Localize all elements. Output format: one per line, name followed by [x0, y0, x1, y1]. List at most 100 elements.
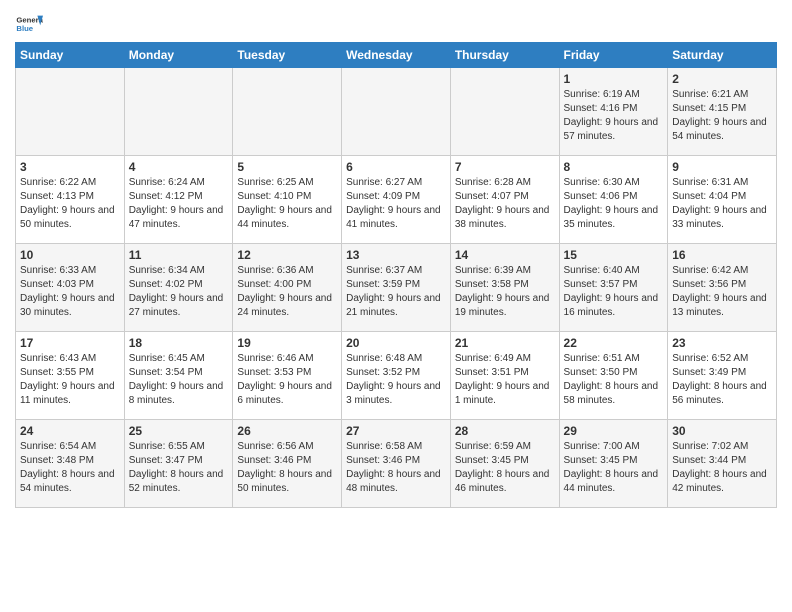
day-number: 18	[129, 336, 229, 350]
day-info: Sunrise: 7:00 AM Sunset: 3:45 PM Dayligh…	[564, 440, 664, 496]
header-cell-thursday: Thursday	[450, 43, 559, 68]
header-cell-friday: Friday	[559, 43, 668, 68]
day-info: Sunrise: 6:56 AM Sunset: 3:46 PM Dayligh…	[237, 440, 337, 496]
day-number: 10	[20, 248, 120, 262]
day-info: Sunrise: 6:55 AM Sunset: 3:47 PM Dayligh…	[129, 440, 229, 496]
day-cell: 6 Sunrise: 6:27 AM Sunset: 4:09 PM Daylig…	[342, 156, 451, 244]
header-cell-sunday: Sunday	[16, 43, 125, 68]
day-info: Sunrise: 6:37 AM Sunset: 3:59 PM Dayligh…	[346, 264, 446, 320]
day-number: 27	[346, 424, 446, 438]
calendar-table: SundayMondayTuesdayWednesdayThursdayFrid…	[15, 42, 777, 508]
day-cell: 18 Sunrise: 6:45 AM Sunset: 3:54 PM Dayli…	[124, 332, 233, 420]
logo-icon: General Blue	[15, 10, 43, 38]
week-row-4: 17 Sunrise: 6:43 AM Sunset: 3:55 PM Dayli…	[16, 332, 777, 420]
day-cell	[124, 68, 233, 156]
day-number: 16	[672, 248, 772, 262]
day-info: Sunrise: 6:24 AM Sunset: 4:12 PM Dayligh…	[129, 176, 229, 232]
day-number: 23	[672, 336, 772, 350]
day-cell: 28Sunrise: 6:59 AM Sunset: 3:45 PM Dayli…	[450, 420, 559, 508]
day-cell: 26 Sunrise: 6:56 AM Sunset: 3:46 PM Dayli…	[233, 420, 342, 508]
week-row-1: 1 Sunrise: 6:19 AM Sunset: 4:16 PM Daylig…	[16, 68, 777, 156]
day-info: Sunrise: 6:19 AM Sunset: 4:16 PM Dayligh…	[564, 88, 664, 144]
week-row-5: 24 Sunrise: 6:54 AM Sunset: 3:48 PM Dayli…	[16, 420, 777, 508]
day-cell: 15 Sunrise: 6:40 AM Sunset: 3:57 PM Dayli…	[559, 244, 668, 332]
day-info: Sunrise: 6:31 AM Sunset: 4:04 PM Dayligh…	[672, 176, 772, 232]
day-info: Sunrise: 6:34 AM Sunset: 4:02 PM Dayligh…	[129, 264, 229, 320]
day-info: Sunrise: 6:33 AM Sunset: 4:03 PM Dayligh…	[20, 264, 120, 320]
day-info: Sunrise: 6:43 AM Sunset: 3:55 PM Dayligh…	[20, 352, 120, 408]
day-cell: 13 Sunrise: 6:37 AM Sunset: 3:59 PM Dayli…	[342, 244, 451, 332]
day-cell: 30 Sunrise: 7:02 AM Sunset: 3:44 PM Dayli…	[668, 420, 777, 508]
day-number: 4	[129, 160, 229, 174]
day-info: Sunrise: 6:30 AM Sunset: 4:06 PM Dayligh…	[564, 176, 664, 232]
day-cell: 2 Sunrise: 6:21 AM Sunset: 4:15 PM Daylig…	[668, 68, 777, 156]
day-number: 8	[564, 160, 664, 174]
day-info: Sunrise: 6:51 AM Sunset: 3:50 PM Dayligh…	[564, 352, 664, 408]
header-cell-wednesday: Wednesday	[342, 43, 451, 68]
day-cell: 8 Sunrise: 6:30 AM Sunset: 4:06 PM Daylig…	[559, 156, 668, 244]
day-info: Sunrise: 6:45 AM Sunset: 3:54 PM Dayligh…	[129, 352, 229, 408]
day-info: Sunrise: 6:59 AM Sunset: 3:45 PM Dayligh…	[455, 440, 555, 496]
day-number: 17	[20, 336, 120, 350]
day-number: 21	[455, 336, 555, 350]
day-cell: 3 Sunrise: 6:22 AM Sunset: 4:13 PM Daylig…	[16, 156, 125, 244]
day-info: Sunrise: 6:36 AM Sunset: 4:00 PM Dayligh…	[237, 264, 337, 320]
week-row-3: 10 Sunrise: 6:33 AM Sunset: 4:03 PM Dayli…	[16, 244, 777, 332]
day-info: Sunrise: 6:54 AM Sunset: 3:48 PM Dayligh…	[20, 440, 120, 496]
day-cell: 10 Sunrise: 6:33 AM Sunset: 4:03 PM Dayli…	[16, 244, 125, 332]
day-cell: 21 Sunrise: 6:49 AM Sunset: 3:51 PM Dayli…	[450, 332, 559, 420]
day-cell: 4 Sunrise: 6:24 AM Sunset: 4:12 PM Daylig…	[124, 156, 233, 244]
day-number: 5	[237, 160, 337, 174]
day-cell: 23 Sunrise: 6:52 AM Sunset: 3:49 PM Dayli…	[668, 332, 777, 420]
header-cell-saturday: Saturday	[668, 43, 777, 68]
day-number: 6	[346, 160, 446, 174]
day-number: 25	[129, 424, 229, 438]
day-cell: 9 Sunrise: 6:31 AM Sunset: 4:04 PM Daylig…	[668, 156, 777, 244]
day-info: Sunrise: 6:39 AM Sunset: 3:58 PM Dayligh…	[455, 264, 555, 320]
day-info: Sunrise: 6:52 AM Sunset: 3:49 PM Dayligh…	[672, 352, 772, 408]
day-number: 24	[20, 424, 120, 438]
calendar-header: SundayMondayTuesdayWednesdayThursdayFrid…	[16, 43, 777, 68]
calendar-body: 1 Sunrise: 6:19 AM Sunset: 4:16 PM Daylig…	[16, 68, 777, 508]
day-info: Sunrise: 6:58 AM Sunset: 3:46 PM Dayligh…	[346, 440, 446, 496]
header-cell-tuesday: Tuesday	[233, 43, 342, 68]
day-cell: 7Sunrise: 6:28 AM Sunset: 4:07 PM Daylig…	[450, 156, 559, 244]
day-info: Sunrise: 7:02 AM Sunset: 3:44 PM Dayligh…	[672, 440, 772, 496]
day-number: 9	[672, 160, 772, 174]
day-cell	[16, 68, 125, 156]
day-cell: 25 Sunrise: 6:55 AM Sunset: 3:47 PM Dayli…	[124, 420, 233, 508]
day-number: 2	[672, 72, 772, 86]
day-number: 11	[129, 248, 229, 262]
day-number: 15	[564, 248, 664, 262]
day-info: Sunrise: 6:48 AM Sunset: 3:52 PM Dayligh…	[346, 352, 446, 408]
day-cell	[450, 68, 559, 156]
day-number: 13	[346, 248, 446, 262]
day-number: 20	[346, 336, 446, 350]
day-number: 30	[672, 424, 772, 438]
day-info: Sunrise: 6:27 AM Sunset: 4:09 PM Dayligh…	[346, 176, 446, 232]
day-number: 1	[564, 72, 664, 86]
page-header: General Blue	[15, 10, 777, 38]
header-cell-monday: Monday	[124, 43, 233, 68]
day-cell: 14Sunrise: 6:39 AM Sunset: 3:58 PM Dayli…	[450, 244, 559, 332]
day-cell: 29Sunrise: 7:00 AM Sunset: 3:45 PM Dayli…	[559, 420, 668, 508]
day-cell: 22Sunrise: 6:51 AM Sunset: 3:50 PM Dayli…	[559, 332, 668, 420]
day-cell	[233, 68, 342, 156]
day-info: Sunrise: 6:21 AM Sunset: 4:15 PM Dayligh…	[672, 88, 772, 144]
day-info: Sunrise: 6:42 AM Sunset: 3:56 PM Dayligh…	[672, 264, 772, 320]
day-number: 26	[237, 424, 337, 438]
day-info: Sunrise: 6:22 AM Sunset: 4:13 PM Dayligh…	[20, 176, 120, 232]
day-cell: 11 Sunrise: 6:34 AM Sunset: 4:02 PM Dayli…	[124, 244, 233, 332]
day-info: Sunrise: 6:49 AM Sunset: 3:51 PM Dayligh…	[455, 352, 555, 408]
day-info: Sunrise: 6:40 AM Sunset: 3:57 PM Dayligh…	[564, 264, 664, 320]
day-number: 3	[20, 160, 120, 174]
day-number: 19	[237, 336, 337, 350]
day-cell: 17 Sunrise: 6:43 AM Sunset: 3:55 PM Dayli…	[16, 332, 125, 420]
day-cell: 16 Sunrise: 6:42 AM Sunset: 3:56 PM Dayli…	[668, 244, 777, 332]
logo: General Blue	[15, 10, 43, 38]
day-info: Sunrise: 6:28 AM Sunset: 4:07 PM Dayligh…	[455, 176, 555, 232]
day-cell	[342, 68, 451, 156]
header-row: SundayMondayTuesdayWednesdayThursdayFrid…	[16, 43, 777, 68]
day-cell: 1 Sunrise: 6:19 AM Sunset: 4:16 PM Daylig…	[559, 68, 668, 156]
day-cell: 24 Sunrise: 6:54 AM Sunset: 3:48 PM Dayli…	[16, 420, 125, 508]
